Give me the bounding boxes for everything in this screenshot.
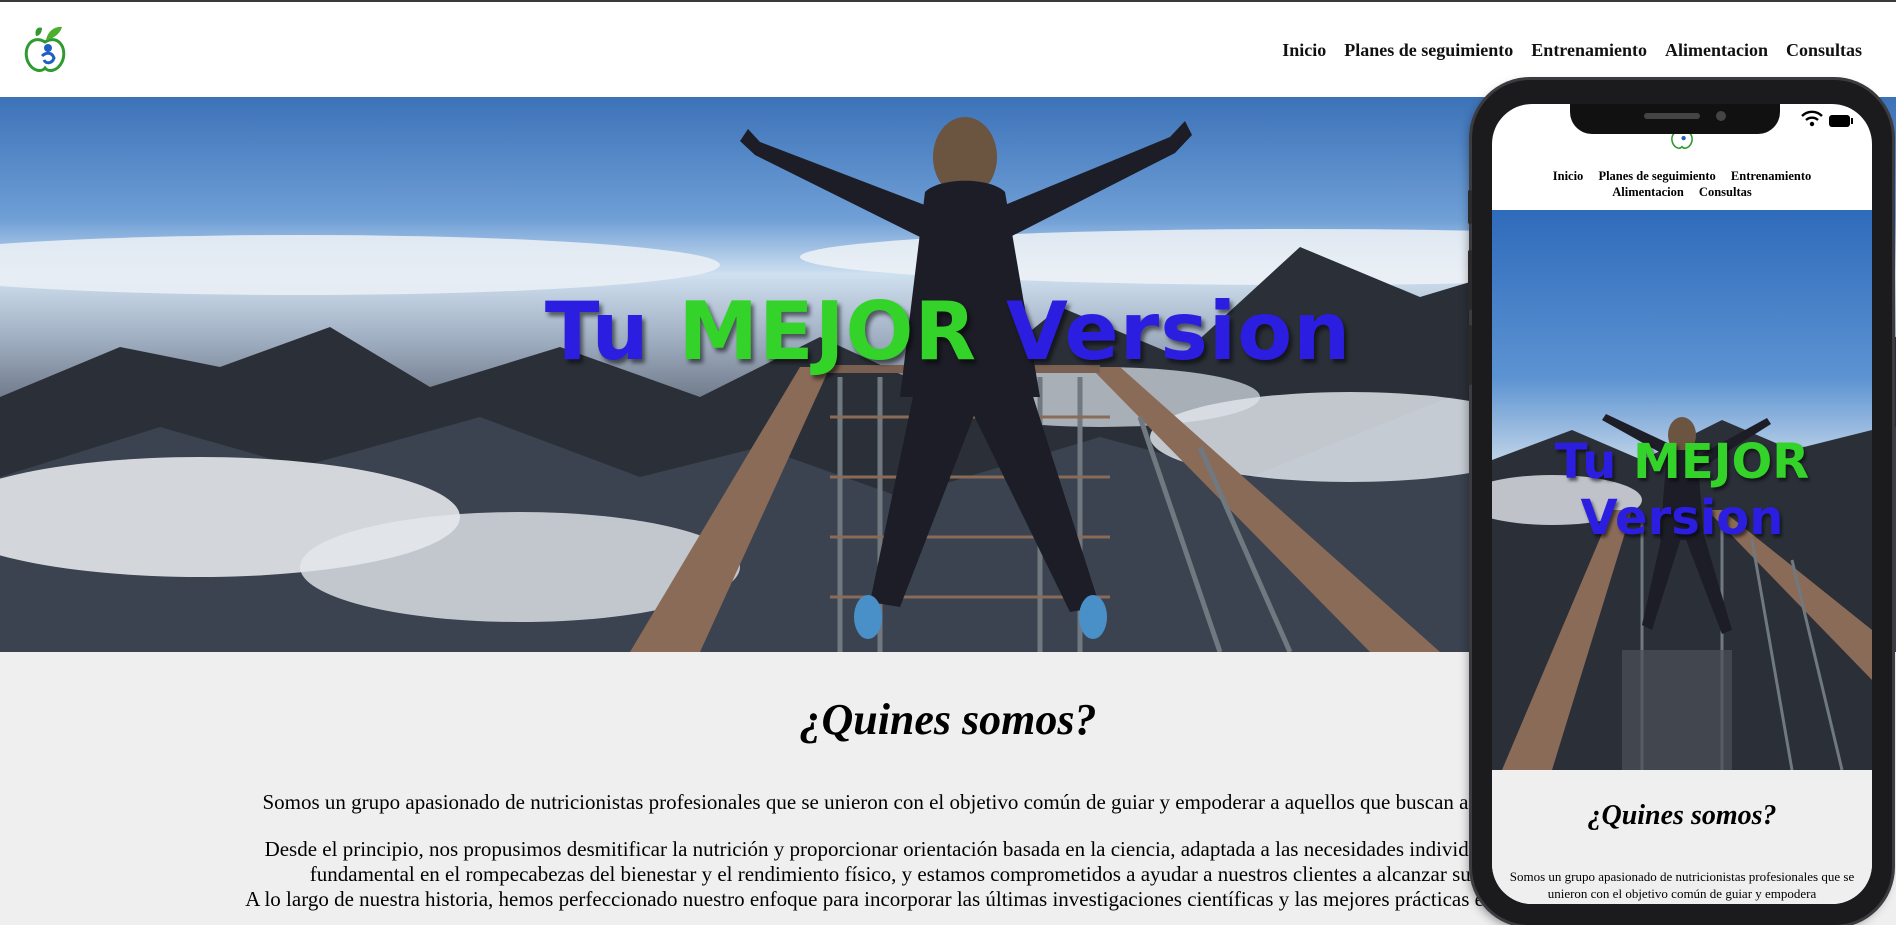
phone-screen: Inicio Planes de seguimiento Entrenamien… [1492, 104, 1872, 904]
hero-title-mejor: MEJOR [678, 285, 978, 378]
apple-leaf-logo-icon[interactable] [22, 22, 68, 74]
mobile-about-title: ¿Quines somos? [1587, 800, 1777, 831]
status-bar [1800, 110, 1854, 131]
mobile-nav: Inicio Planes de seguimiento Entrenamien… [1502, 168, 1862, 200]
mobile-nav-planes[interactable]: Planes de seguimiento [1598, 169, 1715, 183]
nav-link-inicio[interactable]: Inicio [1282, 40, 1326, 61]
phone-silent-switch [1468, 190, 1472, 224]
hero-title-tu: Tu [544, 285, 650, 378]
phone-volume-down [1468, 325, 1472, 385]
mobile-nav-entrenamiento[interactable]: Entrenamiento [1731, 169, 1811, 183]
mobile-title-tu: Tu [1554, 434, 1617, 490]
mobile-hero-title: Tu MEJOR Version [1492, 434, 1872, 546]
phone-notch [1570, 104, 1780, 134]
nav-link-alimentacion[interactable]: Alimentacion [1665, 40, 1768, 61]
mobile-nav-consultas[interactable]: Consultas [1699, 185, 1752, 199]
battery-icon [1829, 115, 1853, 127]
nav-link-entrenamiento[interactable]: Entrenamiento [1531, 40, 1647, 61]
mobile-nav-row-2: Alimentacion Consultas [1502, 184, 1862, 200]
mobile-hero: Tu MEJOR Version [1492, 210, 1872, 770]
wifi-icon [1801, 110, 1824, 127]
phone-camera [1716, 111, 1726, 121]
phone-volume-up [1468, 250, 1472, 310]
mobile-about-section: ¿Quines somos? Somos un grupo apasionado… [1492, 770, 1872, 904]
phone-speaker [1644, 113, 1700, 119]
nav-link-consultas[interactable]: Consultas [1786, 40, 1862, 61]
mobile-title-mejor: MEJOR [1633, 434, 1810, 490]
mobile-hero-title-line-1: Tu MEJOR [1492, 434, 1872, 490]
mobile-nav-inicio[interactable]: Inicio [1553, 169, 1584, 183]
mobile-nav-row-1: Inicio Planes de seguimiento Entrenamien… [1502, 168, 1862, 184]
mobile-title-version: Version [1580, 490, 1784, 546]
main-nav: Inicio Planes de seguimiento Entrenamien… [1282, 40, 1862, 61]
mobile-nav-alimentacion[interactable]: Alimentacion [1612, 185, 1684, 199]
hero-title-version: Version [1005, 285, 1352, 378]
nav-link-planes[interactable]: Planes de seguimiento [1344, 40, 1513, 61]
phone-mockup: Inicio Planes de seguimiento Entrenamien… [1468, 80, 1892, 925]
mobile-about-text: Somos un grupo apasionado de nutricionis… [1509, 869, 1855, 901]
